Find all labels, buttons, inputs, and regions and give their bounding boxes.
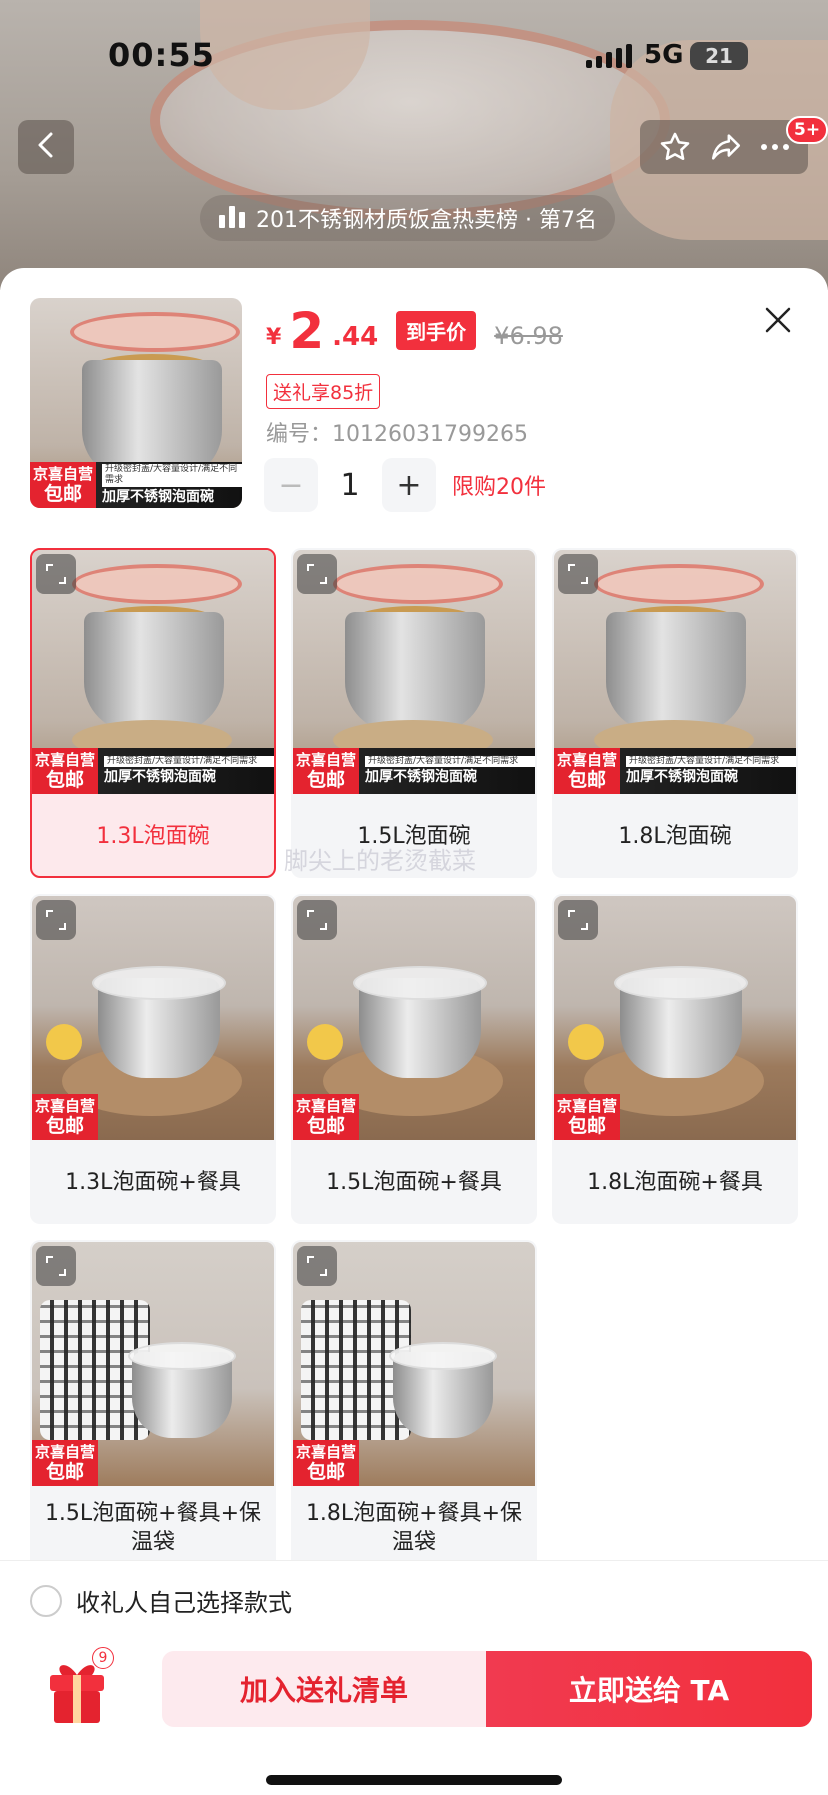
variant-label: 1.3L泡面碗+餐具 xyxy=(65,1169,241,1195)
variant-image: 京喜自营 包邮 xyxy=(32,896,274,1140)
increment-button[interactable]: + xyxy=(382,458,436,512)
bottom-action-bar: 收礼人自己选择款式 9 加入送礼清单 立即送给 TA xyxy=(0,1560,828,1795)
variant-option[interactable]: 京喜自营 包邮 1.8L泡面碗+餐具 xyxy=(552,894,798,1224)
variant-label: 1.5L泡面碗+餐具 xyxy=(326,1169,502,1195)
expand-icon[interactable] xyxy=(297,554,337,594)
variant-image: 京喜自营 包邮 升级密封盖/大容量设计/满足不同需求 加厚不锈钢泡面碗 xyxy=(554,550,796,794)
star-icon[interactable] xyxy=(658,130,692,164)
variant-label: 1.8L泡面碗+餐具+保温袋 xyxy=(305,1501,523,1555)
back-chevron-icon xyxy=(36,131,56,163)
battery-indicator: 21 xyxy=(690,42,748,70)
variant-option[interactable]: 京喜自营 包邮 升级密封盖/大容量设计/满足不同需求 加厚不锈钢泡面碗 1.8L泡面碗 xyxy=(552,548,798,878)
expand-icon[interactable] xyxy=(558,900,598,940)
gift-count-badge: 9 xyxy=(92,1647,114,1669)
top-action-group xyxy=(640,120,808,174)
quantity-stepper: − 1 + 限购20件 xyxy=(264,458,546,512)
more-icon[interactable] xyxy=(760,142,790,152)
expand-icon[interactable] xyxy=(297,900,337,940)
rank-text: 201不锈钢材质饭盒热卖榜 · 第7名 xyxy=(256,208,597,233)
decrement-button[interactable]: − xyxy=(264,458,318,512)
add-to-gift-list-button[interactable]: 加入送礼清单 xyxy=(162,1651,486,1727)
variant-option[interactable]: 京喜自营 包邮 升级密封盖/大容量设计/满足不同需求 加厚不锈钢泡面碗 1.5L泡面碗 xyxy=(291,548,537,878)
promo-strip: 京喜自营 包邮 升级密封盖/大容量设计/满足不同需求 加厚不锈钢泡面碗 xyxy=(32,748,274,794)
variant-image: 京喜自营 包邮 xyxy=(32,1242,274,1486)
promo-tag: 京喜自营 包邮 xyxy=(32,1440,98,1486)
radio-button[interactable] xyxy=(30,1584,62,1617)
rank-bars-icon xyxy=(218,203,246,233)
gift-discount-badge: 送礼享85折 xyxy=(266,374,381,409)
network-type: 5G xyxy=(644,40,684,70)
back-button[interactable] xyxy=(18,120,74,174)
variant-image: 京喜自营 包邮 升级密封盖/大容量设计/满足不同需求 加厚不锈钢泡面碗 xyxy=(293,550,535,794)
product-thumbnail[interactable]: 京喜自营 包邮 升级密封盖/大容量设计/满足不同需求 加厚不锈钢泡面碗 xyxy=(30,298,242,508)
price-row: ¥ 2 .44 到手价 ¥6.98 xyxy=(266,306,563,356)
expand-icon[interactable] xyxy=(558,554,598,594)
expand-icon[interactable] xyxy=(36,554,76,594)
rank-banner[interactable]: 201不锈钢材质饭盒热卖榜 · 第7名 xyxy=(200,195,615,241)
expand-icon[interactable] xyxy=(36,900,76,940)
recipient-choose-option[interactable]: 收礼人自己选择款式 xyxy=(30,1583,292,1618)
close-button[interactable] xyxy=(756,300,800,344)
promo-tag: 京喜自营 包邮 xyxy=(554,1094,620,1140)
variant-option[interactable]: 京喜自营 包邮 1.3L泡面碗+餐具 xyxy=(30,894,276,1224)
variant-image: 京喜自营 包邮 xyxy=(293,1242,535,1486)
promo-tag-top: 京喜自营 xyxy=(32,464,93,483)
share-icon[interactable] xyxy=(709,130,743,164)
status-time: 00:55 xyxy=(108,36,215,74)
quantity-value[interactable]: 1 xyxy=(318,468,382,503)
promo-strip: 京喜自营 包邮 升级密封盖/大容量设计/满足不同需求 加厚不锈钢泡面碗 xyxy=(30,462,242,508)
status-bar: 00:55 5G 21 xyxy=(0,0,828,110)
expand-icon[interactable] xyxy=(297,1246,337,1286)
signal-icon xyxy=(586,44,632,68)
expand-icon[interactable] xyxy=(36,1246,76,1286)
original-price: ¥6.98 xyxy=(494,322,563,350)
final-price-tag: 到手价 xyxy=(396,311,477,350)
watermark: 脚尖上的老烫截菜 xyxy=(284,847,476,875)
home-indicator xyxy=(266,1775,562,1785)
price-decimal: .44 xyxy=(332,322,379,352)
variant-image: 京喜自营 包邮 xyxy=(554,896,796,1140)
variant-image: 京喜自营 包邮 xyxy=(293,896,535,1140)
promo-tag: 京喜自营 包邮 xyxy=(293,1440,359,1486)
variant-label: 1.8L泡面碗 xyxy=(618,823,732,849)
variant-label: 1.3L泡面碗 xyxy=(96,823,210,849)
promo-main: 加厚不锈钢泡面碗 xyxy=(102,488,214,505)
variant-grid: 京喜自营 包邮 升级密封盖/大容量设计/满足不同需求 加厚不锈钢泡面碗 1.3L泡面碗京… xyxy=(30,548,798,1570)
radio-label: 收礼人自己选择款式 xyxy=(76,1589,292,1617)
sku-number: 编号：10126031799265 xyxy=(266,422,528,447)
promo-tag: 京喜自营 包邮 xyxy=(32,1094,98,1140)
notification-badge: 5+ xyxy=(786,116,828,144)
variant-option[interactable]: 京喜自营 包邮 升级密封盖/大容量设计/满足不同需求 加厚不锈钢泡面碗 1.3L泡面碗 xyxy=(30,548,276,878)
variant-label: 1.8L泡面碗+餐具 xyxy=(587,1169,763,1195)
close-icon xyxy=(764,306,792,338)
send-gift-button[interactable]: 立即送给 TA xyxy=(486,1651,812,1727)
variant-label: 1.5L泡面碗+餐具+保温袋 xyxy=(44,1501,262,1555)
variant-image: 京喜自营 包邮 升级密封盖/大容量设计/满足不同需求 加厚不锈钢泡面碗 xyxy=(32,550,274,794)
promo-sub: 升级密封盖/大容量设计/满足不同需求 xyxy=(102,464,242,487)
variant-option[interactable]: 京喜自营 包邮 1.5L泡面碗+餐具+保温袋 xyxy=(30,1240,276,1570)
promo-strip: 京喜自营 包邮 升级密封盖/大容量设计/满足不同需求 加厚不锈钢泡面碗 xyxy=(293,748,535,794)
variant-option[interactable]: 京喜自营 包邮 1.8L泡面碗+餐具+保温袋 xyxy=(291,1240,537,1570)
price-symbol: ¥ xyxy=(266,325,282,350)
promo-tag: 京喜自营 包邮 xyxy=(293,1094,359,1140)
price-integer: 2 xyxy=(289,302,325,360)
variant-option[interactable]: 京喜自营 包邮 1.5L泡面碗+餐具 xyxy=(291,894,537,1224)
promo-tag-bottom: 包邮 xyxy=(43,482,82,505)
promo-strip: 京喜自营 包邮 升级密封盖/大容量设计/满足不同需求 加厚不锈钢泡面碗 xyxy=(554,748,796,794)
purchase-limit: 限购20件 xyxy=(452,475,546,500)
